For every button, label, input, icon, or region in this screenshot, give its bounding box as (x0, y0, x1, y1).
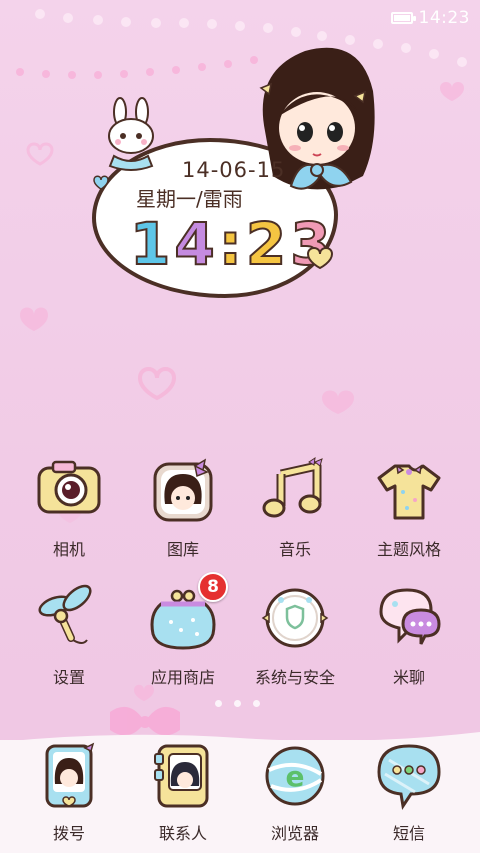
dock-messages[interactable]: 短信 (354, 740, 464, 844)
dock-phone[interactable]: 拨号 (14, 740, 124, 844)
dock-browser[interactable]: e 浏览器 (240, 740, 350, 844)
app-label: 图库 (166, 540, 199, 559)
app-security[interactable]: 系统与安全 (240, 584, 350, 688)
app-label: 米聊 (392, 668, 425, 687)
svg-text:e: e (286, 760, 305, 793)
time-digit: 4 (173, 209, 219, 279)
app-label: 短信 (392, 824, 425, 843)
battery-icon (390, 12, 416, 24)
gallery-icon (147, 456, 219, 528)
app-label: 应用商店 (150, 668, 215, 687)
camera-icon (33, 456, 105, 528)
page-indicator[interactable] (215, 700, 260, 707)
app-camera[interactable]: 相机 (14, 456, 124, 560)
app-label: 主题风格 (376, 540, 441, 559)
dock-contacts[interactable]: 联系人 (128, 740, 238, 844)
shield-security-icon (259, 584, 331, 656)
contacts-book-icon (147, 740, 219, 812)
time-colon: : (218, 209, 246, 279)
app-label: 系统与安全 (254, 668, 335, 687)
music-note-icon (259, 456, 331, 528)
app-settings[interactable]: 设置 (14, 584, 124, 688)
notification-badge: 8 (198, 572, 228, 602)
tshirt-theme-icon (373, 456, 445, 528)
page-dot (253, 700, 260, 707)
widget-weekday-weather: 星期一/雷雨 (136, 187, 243, 211)
app-gallery[interactable]: 图库 (128, 456, 238, 560)
small-heart-icon (93, 175, 109, 190)
time-digit: 1 (129, 209, 175, 279)
app-music[interactable]: 音乐 (240, 456, 350, 560)
message-bubble-icon (373, 740, 445, 812)
browser-ball-icon: e (259, 740, 331, 812)
bunny-icon (108, 97, 154, 171)
app-label: 相机 (52, 540, 85, 559)
dragonfly-settings-icon (33, 584, 105, 656)
chat-bubbles-icon (373, 584, 445, 656)
app-label: 设置 (52, 668, 85, 687)
status-time: 14:23 (418, 8, 470, 28)
app-label: 联系人 (158, 824, 207, 843)
app-label: 拨号 (52, 824, 85, 843)
wallpaper (0, 0, 480, 853)
page-dot (234, 700, 241, 707)
time-digit: 2 (245, 209, 291, 279)
app-label: 浏览器 (270, 824, 319, 843)
app-theme[interactable]: 主题风格 (354, 456, 464, 560)
heart-decoration-icon (306, 247, 334, 270)
app-store[interactable]: 应用商店 (128, 584, 238, 688)
app-michat[interactable]: 米聊 (354, 584, 464, 688)
status-bar: 14:23 (390, 6, 471, 30)
app-label: 音乐 (278, 540, 311, 559)
phone-dialer-icon (33, 740, 105, 812)
page-dot (215, 700, 222, 707)
widget-date: 14-06-15 (182, 158, 286, 182)
